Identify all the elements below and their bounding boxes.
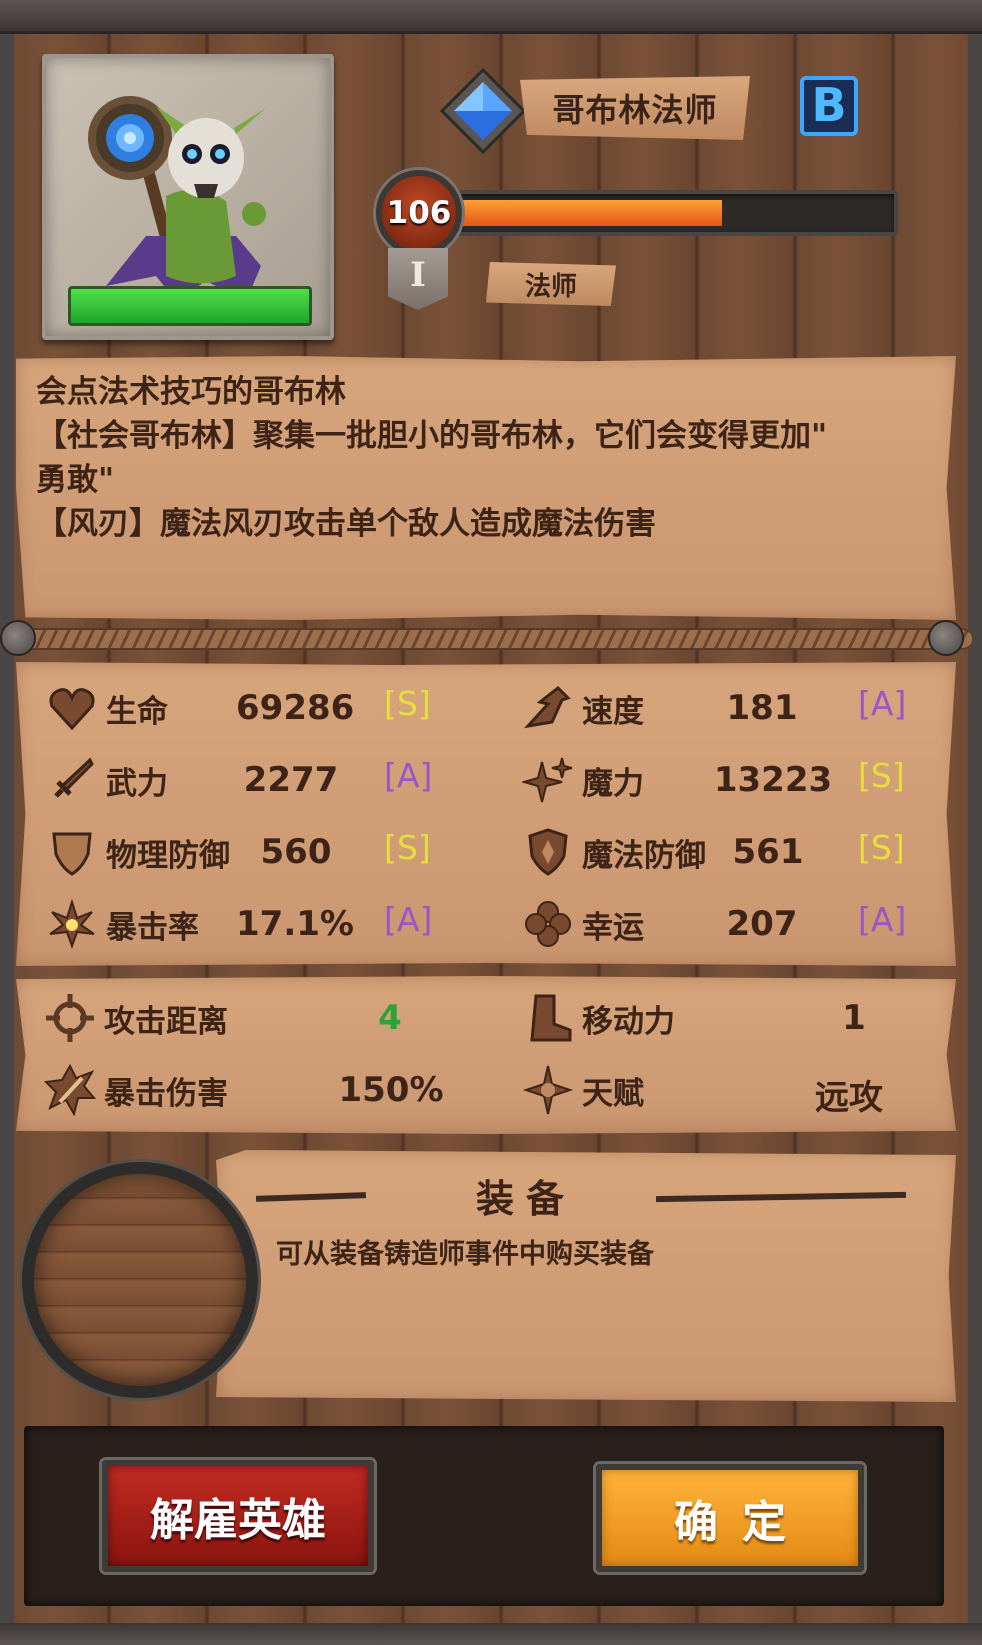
stat-magic-defense: 魔法防御 xyxy=(522,822,706,882)
rope-knob-right xyxy=(928,620,964,656)
stat-value: 181 xyxy=(726,688,798,728)
stat-label: 速度 xyxy=(582,693,644,730)
bottom-bar xyxy=(0,1623,982,1645)
hero-name-banner: 哥布林法师 xyxy=(520,76,750,140)
stat-value: 2277 xyxy=(243,760,339,800)
level-badge: 106 xyxy=(376,170,462,256)
stat-luck: 幸运 xyxy=(522,894,644,954)
rank-badge: B xyxy=(800,76,858,136)
goblin-mage-portrait-icon xyxy=(88,96,266,302)
crosshair-icon xyxy=(46,994,94,1042)
attr-value: 4 xyxy=(378,998,402,1038)
boot-icon xyxy=(530,994,572,1042)
stat-grade: [S] xyxy=(384,684,431,723)
magic-shield-icon xyxy=(528,828,568,876)
stat-attack: 武力 xyxy=(46,750,168,810)
sword-icon xyxy=(54,757,94,798)
stat-grade: [A] xyxy=(858,684,907,723)
stat-label: 魔法防御 xyxy=(582,837,706,874)
sparkle-icon xyxy=(522,757,573,803)
hero-portrait xyxy=(42,54,334,340)
heart-icon xyxy=(49,688,95,731)
stat-crit-rate: 暴击率 xyxy=(46,894,199,954)
attr-attack-range: 攻击距离 xyxy=(44,988,228,1048)
stat-hp: 生命 xyxy=(46,678,168,738)
rope-divider xyxy=(10,628,972,650)
stat-label: 幸运 xyxy=(582,909,644,946)
description-panel: 会点法术技巧的哥布林 【社会哥布林】聚集一批胆小的哥布林，它们会变得更加" 勇敢… xyxy=(16,356,956,620)
stat-grade: [S] xyxy=(858,828,905,867)
stat-value: 561 xyxy=(732,832,804,872)
speed-icon xyxy=(523,686,571,729)
stat-label: 生命 xyxy=(106,693,168,730)
stat-value: 560 xyxy=(260,832,332,872)
stat-label: 武力 xyxy=(106,765,168,802)
dismiss-hero-button[interactable]: 解雇英雄 xyxy=(102,1460,374,1572)
stat-grade: [A] xyxy=(384,900,433,939)
attr-label: 攻击距离 xyxy=(104,1003,228,1040)
attr-label: 天赋 xyxy=(582,1075,644,1112)
crit-damage-icon xyxy=(44,1064,96,1116)
stat-value: 17.1% xyxy=(236,904,354,944)
attr-label: 移动力 xyxy=(582,1003,675,1040)
xp-bar-fill xyxy=(454,200,723,226)
equipment-title: 装备 xyxy=(475,1177,576,1221)
confirm-button[interactable]: 确定 xyxy=(596,1464,864,1572)
stat-grade: [S] xyxy=(384,828,431,867)
description-line: 会点法术技巧的哥布林 xyxy=(36,374,346,410)
burst-icon xyxy=(49,898,95,949)
description-line: 【社会哥布林】聚集一批胆小的哥布林，它们会变得更加" xyxy=(36,418,828,454)
xp-bar xyxy=(450,190,898,236)
hero-name: 哥布林法师 xyxy=(552,91,718,129)
attr-talent: 天赋 xyxy=(522,1060,644,1120)
diamond-gem-icon xyxy=(440,68,526,154)
class-tag: 法师 xyxy=(486,262,616,306)
attr-label: 暴击伤害 xyxy=(104,1075,228,1112)
stat-speed: 速度 xyxy=(522,678,644,738)
hero-health-bar xyxy=(68,286,312,326)
stat-magic: 魔力 xyxy=(522,750,644,810)
top-bar xyxy=(0,0,982,34)
stat-label: 物理防御 xyxy=(106,837,230,874)
attr-crit-damage: 暴击伤害 xyxy=(44,1060,228,1120)
stat-grade: [S] xyxy=(858,756,905,795)
stat-value: 207 xyxy=(726,904,798,944)
stat-value: 13223 xyxy=(713,760,833,800)
rope-knob-left xyxy=(0,620,36,656)
talent-icon xyxy=(522,1065,574,1115)
clover-icon xyxy=(525,901,571,947)
stat-label: 魔力 xyxy=(582,765,644,802)
attr-value: 远攻 xyxy=(815,1078,883,1118)
stat-grade: [A] xyxy=(384,756,433,795)
equipment-hint: 可从装备铸造师事件中购买装备 xyxy=(276,1239,654,1270)
attr-value: 1 xyxy=(842,998,866,1038)
attr-movement: 移动力 xyxy=(522,988,675,1048)
stat-physical-defense: 物理防御 xyxy=(46,822,230,882)
stat-value: 69286 xyxy=(236,688,355,728)
attr-value: 150% xyxy=(338,1070,444,1110)
description-line: 勇敢" xyxy=(36,462,115,498)
stat-label: 暴击率 xyxy=(106,909,199,946)
equipment-slot[interactable] xyxy=(22,1162,258,1398)
equipment-panel xyxy=(216,1150,956,1402)
description-line: 【风刃】魔法风刃攻击单个敌人造成魔法伤害 xyxy=(36,506,656,542)
shield-icon xyxy=(52,832,92,876)
stat-grade: [A] xyxy=(858,900,907,939)
